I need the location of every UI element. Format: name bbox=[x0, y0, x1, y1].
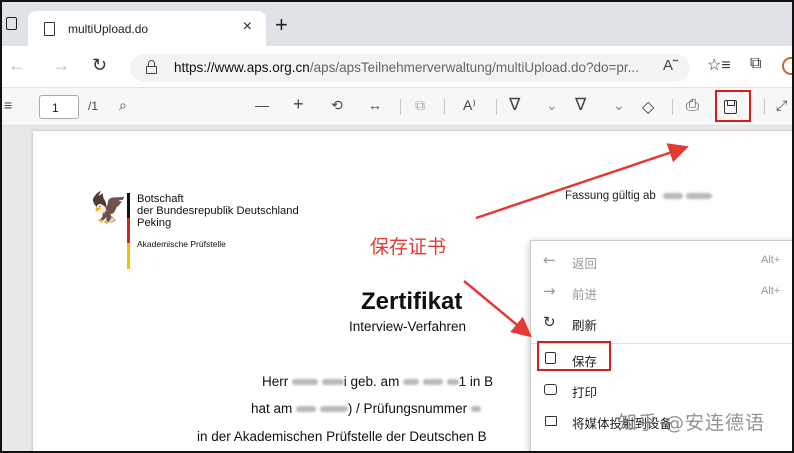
address-bar[interactable]: https://www.aps.org.cn/aps/apsTeilnehmer… bbox=[130, 54, 690, 82]
new-tab-button[interactable]: + bbox=[275, 12, 288, 38]
url-text[interactable]: https://www.aps.org.cn/aps/apsTeilnehmer… bbox=[174, 60, 639, 75]
lock-icon[interactable] bbox=[146, 60, 157, 74]
document-icon bbox=[44, 22, 55, 36]
read-aloud-pdf-icon[interactable]: A⁾ bbox=[463, 97, 476, 114]
browser-window: multiUpload.do × + ← → ↻ https://www.aps… bbox=[0, 0, 794, 453]
back-arrow-icon[interactable]: ← bbox=[8, 55, 26, 76]
draw-icon[interactable]: ∇ bbox=[509, 95, 520, 115]
navigation-bar: ← → ↻ https://www.aps.org.cn/aps/apsTeil… bbox=[2, 46, 792, 88]
collections-icon[interactable]: ⧉ bbox=[750, 55, 761, 73]
rotate-icon[interactable]: ⟲ bbox=[331, 97, 343, 114]
forward-arrow-icon: → bbox=[543, 282, 556, 300]
certificate-line-name: Herr i geb. am 1 in B bbox=[262, 374, 494, 389]
version-date: Fassung gültig ab bbox=[565, 190, 713, 202]
toolbar-divider bbox=[444, 99, 445, 115]
page-view-icon[interactable]: ⧉ bbox=[415, 97, 425, 114]
expand-icon[interactable]: ⤢ bbox=[776, 97, 787, 114]
favorites-icon[interactable]: ☆≡ bbox=[707, 55, 731, 75]
embassy-letterhead: Botschaft der Bundesrepublik Deutschland… bbox=[137, 193, 299, 249]
toolbar-divider bbox=[496, 99, 497, 115]
page-total: /1 bbox=[88, 99, 99, 113]
german-flag-bar bbox=[127, 193, 130, 269]
annotation-save-certificate: 保存证书 bbox=[370, 236, 447, 258]
forward-arrow-icon[interactable]: → bbox=[52, 55, 70, 76]
zoom-in-icon[interactable]: + bbox=[293, 94, 304, 115]
tab-close-button[interactable]: × bbox=[243, 18, 252, 36]
pdf-toolbar: ≡ 1 /1 ⌕ — + ⟲ ↔ ⧉ A⁾ ∇ ⌄ ∇ ⌄ ◇ ⎙ ⤢ bbox=[2, 88, 792, 126]
print-icon bbox=[544, 384, 557, 395]
highlight-options-chevron-icon[interactable]: ⌄ bbox=[613, 97, 625, 114]
fit-to-width-icon[interactable]: ↔ bbox=[368, 97, 382, 113]
toolbar-divider bbox=[400, 99, 401, 115]
context-menu-forward[interactable]: → 前进 Alt+ bbox=[531, 277, 792, 307]
highlight-icon[interactable]: ∇ bbox=[575, 95, 586, 115]
back-arrow-icon: ← bbox=[543, 251, 556, 269]
eraser-icon[interactable]: ◇ bbox=[642, 97, 654, 117]
certificate-subtitle: Interview-Verfahren bbox=[349, 319, 467, 334]
tab-multiupload[interactable]: multiUpload.do × bbox=[28, 11, 266, 46]
save-menu-highlight bbox=[537, 341, 611, 371]
refresh-icon: ↻ bbox=[543, 313, 556, 331]
tab-title: multiUpload.do bbox=[68, 22, 149, 36]
read-aloud-icon[interactable]: A˜ bbox=[663, 57, 678, 74]
certificate-line-office: in der Akademischen Prüfstelle der Deuts… bbox=[197, 429, 487, 444]
context-menu-refresh[interactable]: ↻ 刷新 bbox=[531, 308, 792, 338]
page-number-input[interactable]: 1 bbox=[39, 95, 79, 119]
tab-strip: multiUpload.do × + bbox=[2, 2, 792, 46]
watermark: 知乎 @安连德语 bbox=[618, 412, 766, 434]
draw-options-chevron-icon[interactable]: ⌄ bbox=[546, 97, 558, 114]
refresh-icon[interactable]: ↻ bbox=[92, 55, 107, 76]
search-icon[interactable]: ⌕ bbox=[119, 97, 127, 114]
certificate-title: Zertifikat bbox=[361, 288, 463, 315]
toolbar-divider bbox=[672, 99, 673, 115]
tab-actions-icon[interactable] bbox=[6, 17, 17, 30]
federal-eagle-icon: 🦅 bbox=[90, 192, 128, 225]
table-of-contents-icon[interactable]: ≡ bbox=[4, 97, 12, 113]
toolbar-divider bbox=[764, 99, 765, 115]
certificate-line-date: hat am ) / Prüfungsnummer bbox=[251, 401, 481, 416]
cast-icon bbox=[545, 416, 557, 426]
profile-icon[interactable] bbox=[782, 57, 792, 75]
print-icon[interactable]: ⎙ bbox=[686, 97, 699, 115]
save-button-highlight bbox=[715, 90, 751, 122]
zoom-out-icon[interactable]: — bbox=[255, 97, 269, 113]
context-menu-print[interactable]: 打印 bbox=[531, 375, 792, 405]
context-menu-back[interactable]: ← 返回 Alt+ bbox=[531, 246, 792, 276]
